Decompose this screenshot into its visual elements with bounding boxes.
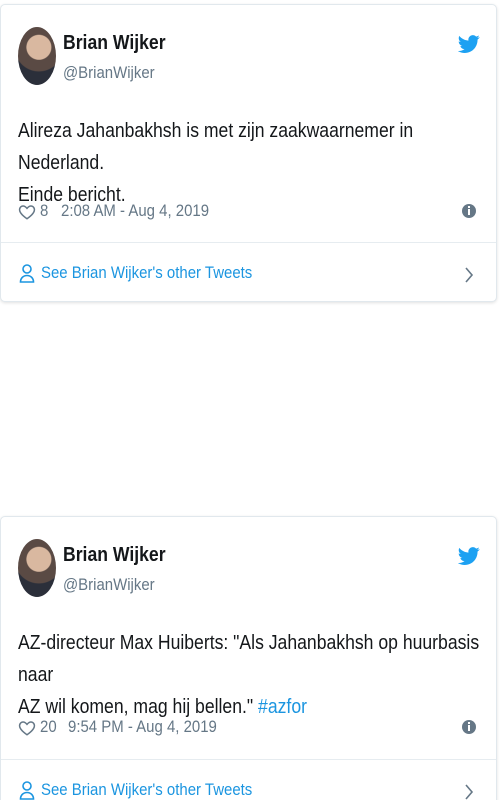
avatar[interactable] <box>18 27 56 85</box>
heart-icon[interactable] <box>18 719 36 737</box>
avatar[interactable] <box>18 539 56 597</box>
other-tweets-label[interactable]: See Brian Wijker's other Tweets <box>41 780 252 800</box>
twitter-bird-icon[interactable] <box>458 33 480 55</box>
tweet-meta: 20 9:54 PM - Aug 4, 2019 <box>18 717 488 741</box>
tweet-text-line: Alireza Jahanbakhsh is met zijn zaakwaar… <box>18 120 414 174</box>
tweet-text: AZ-directeur Max Huiberts: "Als Jahanbak… <box>18 627 488 723</box>
info-icon[interactable] <box>462 204 476 218</box>
other-tweets-link[interactable]: See Brian Wijker's other Tweets <box>1 760 496 800</box>
author-handle[interactable]: @BrianWijker <box>63 575 155 595</box>
tweet-text-fragment: AZ wil komen, mag hij bellen." <box>18 696 254 718</box>
like-count[interactable]: 8 <box>40 201 48 221</box>
chevron-right-icon[interactable] <box>464 784 474 800</box>
timestamp[interactable]: 9:54 PM - Aug 4, 2019 <box>68 717 217 737</box>
hashtag-link[interactable]: #azfor <box>258 696 307 718</box>
author-name[interactable]: Brian Wijker <box>63 32 166 55</box>
tweet-meta: 8 2:08 AM - Aug 4, 2019 <box>18 201 488 225</box>
heart-icon[interactable] <box>18 203 36 221</box>
other-tweets-link[interactable]: See Brian Wijker's other Tweets <box>1 243 496 303</box>
tweet-text-line: AZ-directeur Max Huiberts: "Als Jahanbak… <box>18 632 480 686</box>
chevron-right-icon[interactable] <box>464 267 474 283</box>
info-icon[interactable] <box>462 720 476 734</box>
timestamp[interactable]: 2:08 AM - Aug 4, 2019 <box>61 201 209 221</box>
person-icon <box>19 264 35 283</box>
like-count[interactable]: 20 <box>40 717 57 737</box>
other-tweets-label[interactable]: See Brian Wijker's other Tweets <box>41 263 252 283</box>
tweet-card[interactable]: Brian Wijker @BrianWijker Alireza Jahanb… <box>0 4 497 302</box>
twitter-bird-icon[interactable] <box>458 545 480 567</box>
author-name[interactable]: Brian Wijker <box>63 544 166 567</box>
tweet-card[interactable]: Brian Wijker @BrianWijker AZ-directeur M… <box>0 516 497 800</box>
tweet-header: Brian Wijker @BrianWijker <box>18 27 488 89</box>
author-handle[interactable]: @BrianWijker <box>63 63 155 83</box>
tweet-header: Brian Wijker @BrianWijker <box>18 539 488 601</box>
person-icon <box>19 781 35 800</box>
tweet-text: Alireza Jahanbakhsh is met zijn zaakwaar… <box>18 115 488 211</box>
